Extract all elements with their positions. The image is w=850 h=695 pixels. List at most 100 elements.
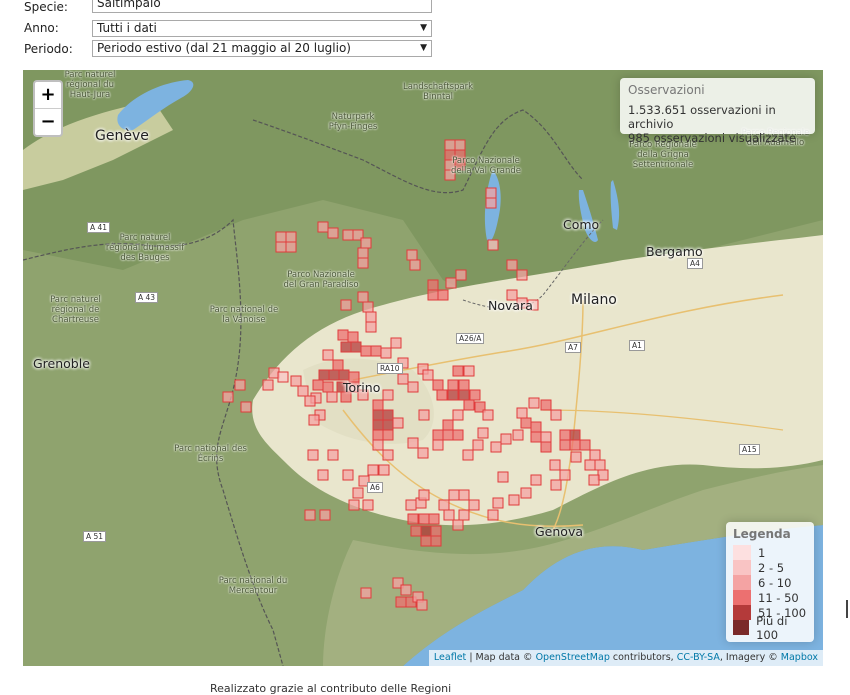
observation-cell[interactable] <box>370 345 382 357</box>
observation-cell[interactable] <box>328 369 340 381</box>
observation-cell[interactable] <box>342 469 354 481</box>
observation-cell[interactable] <box>340 299 352 311</box>
observation-cell[interactable] <box>327 449 339 461</box>
observation-cell[interactable] <box>407 437 419 449</box>
observation-cell[interactable] <box>382 389 394 401</box>
observation-cell[interactable] <box>392 417 404 429</box>
observation-cell[interactable] <box>520 487 532 499</box>
observation-cell[interactable] <box>262 379 274 391</box>
observation-cell[interactable] <box>409 259 421 271</box>
zoom-out-button[interactable]: − <box>35 108 61 135</box>
observation-cell[interactable] <box>506 259 518 271</box>
observation-cell[interactable] <box>340 341 352 353</box>
observation-cell[interactable] <box>432 429 444 441</box>
observation-cell[interactable] <box>407 381 419 393</box>
observation-cell[interactable] <box>468 499 480 511</box>
observation-cell[interactable] <box>420 535 432 547</box>
observation-cell[interactable] <box>436 389 448 401</box>
observation-cell[interactable] <box>594 459 606 471</box>
observation-cell[interactable] <box>275 241 287 253</box>
observation-cell[interactable] <box>454 139 466 151</box>
observation-cell[interactable] <box>438 499 450 511</box>
observation-cell[interactable] <box>500 433 512 445</box>
observation-cell[interactable] <box>448 489 460 501</box>
observation-cell[interactable] <box>444 139 456 151</box>
observation-cell[interactable] <box>348 499 360 511</box>
observation-cell[interactable] <box>452 519 464 531</box>
observation-cell[interactable] <box>319 509 331 521</box>
observation-cell[interactable] <box>382 419 394 431</box>
observation-cell[interactable] <box>382 449 394 461</box>
observation-cell[interactable] <box>469 389 481 401</box>
observation-cell[interactable] <box>485 197 497 209</box>
observation-cell[interactable] <box>380 347 392 359</box>
observation-cell[interactable] <box>418 513 430 525</box>
observation-cell[interactable] <box>497 471 509 483</box>
year-select[interactable]: Tutti i dati ▼ <box>92 20 432 37</box>
observation-cell[interactable] <box>589 449 601 461</box>
observation-cell[interactable] <box>530 421 542 433</box>
observation-cell[interactable] <box>455 269 467 281</box>
observation-cell[interactable] <box>540 441 552 453</box>
observation-cell[interactable] <box>420 525 432 537</box>
observation-cell[interactable] <box>318 369 330 381</box>
observation-cell[interactable] <box>410 525 422 537</box>
observation-cell[interactable] <box>427 289 439 301</box>
observation-cell[interactable] <box>360 587 372 599</box>
observation-cell[interactable] <box>418 409 430 421</box>
observation-cell[interactable] <box>234 379 246 391</box>
observation-cell[interactable] <box>407 513 419 525</box>
observation-cell[interactable] <box>472 439 484 451</box>
observation-cell[interactable] <box>588 474 600 486</box>
observation-cell[interactable] <box>584 459 596 471</box>
observation-cell[interactable] <box>382 409 394 421</box>
observation-cell[interactable] <box>397 373 409 385</box>
observation-cell[interactable] <box>304 395 316 407</box>
observation-cell[interactable] <box>452 365 464 377</box>
observation-cell[interactable] <box>395 596 407 608</box>
observation-cell[interactable] <box>516 407 528 419</box>
observation-cell[interactable] <box>458 379 470 391</box>
observation-cell[interactable] <box>569 439 581 451</box>
observation-cell[interactable] <box>406 249 418 261</box>
observation-cell[interactable] <box>304 509 316 521</box>
observation-cell[interactable] <box>400 584 412 596</box>
observation-cell[interactable] <box>240 401 252 413</box>
observation-cell[interactable] <box>322 381 334 393</box>
observation-cell[interactable] <box>285 231 297 243</box>
observation-cell[interactable] <box>512 429 524 441</box>
observation-cell[interactable] <box>372 399 384 411</box>
license-link[interactable]: CC-BY-SA <box>677 652 720 663</box>
observation-cell[interactable] <box>530 474 542 486</box>
observation-cell[interactable] <box>317 469 329 481</box>
observation-cell[interactable] <box>290 375 302 387</box>
observation-cell[interactable] <box>417 447 429 459</box>
observation-cell[interactable] <box>490 441 502 453</box>
observation-cell[interactable] <box>550 479 562 491</box>
observation-cell[interactable] <box>275 231 287 243</box>
observation-cell[interactable] <box>463 365 475 377</box>
observation-cell[interactable] <box>322 349 334 361</box>
observation-cell[interactable] <box>447 379 459 391</box>
observation-cell[interactable] <box>317 221 329 233</box>
observation-cell[interactable] <box>432 379 444 391</box>
observation-cell[interactable] <box>427 279 439 291</box>
observation-cell[interactable] <box>458 509 470 521</box>
observation-cell[interactable] <box>540 431 552 443</box>
period-select[interactable]: Periodo estivo (dal 21 maggio al 20 lugl… <box>92 40 432 57</box>
observation-cell[interactable] <box>540 399 552 411</box>
observation-cell[interactable] <box>390 337 402 349</box>
observation-cell[interactable] <box>297 385 309 397</box>
osm-link[interactable]: OpenStreetMap <box>536 652 610 663</box>
observation-cell[interactable] <box>405 499 417 511</box>
observation-cell[interactable] <box>430 535 442 547</box>
observation-cell[interactable] <box>528 397 540 409</box>
observation-cell[interactable] <box>520 417 532 429</box>
observation-cell[interactable] <box>416 599 428 611</box>
observation-cell[interactable] <box>550 409 562 421</box>
observation-cell[interactable] <box>458 389 470 401</box>
observation-cell[interactable] <box>559 429 571 441</box>
observation-cell[interactable] <box>447 389 459 401</box>
observation-cell[interactable] <box>570 451 582 463</box>
observation-cell[interactable] <box>430 525 442 537</box>
